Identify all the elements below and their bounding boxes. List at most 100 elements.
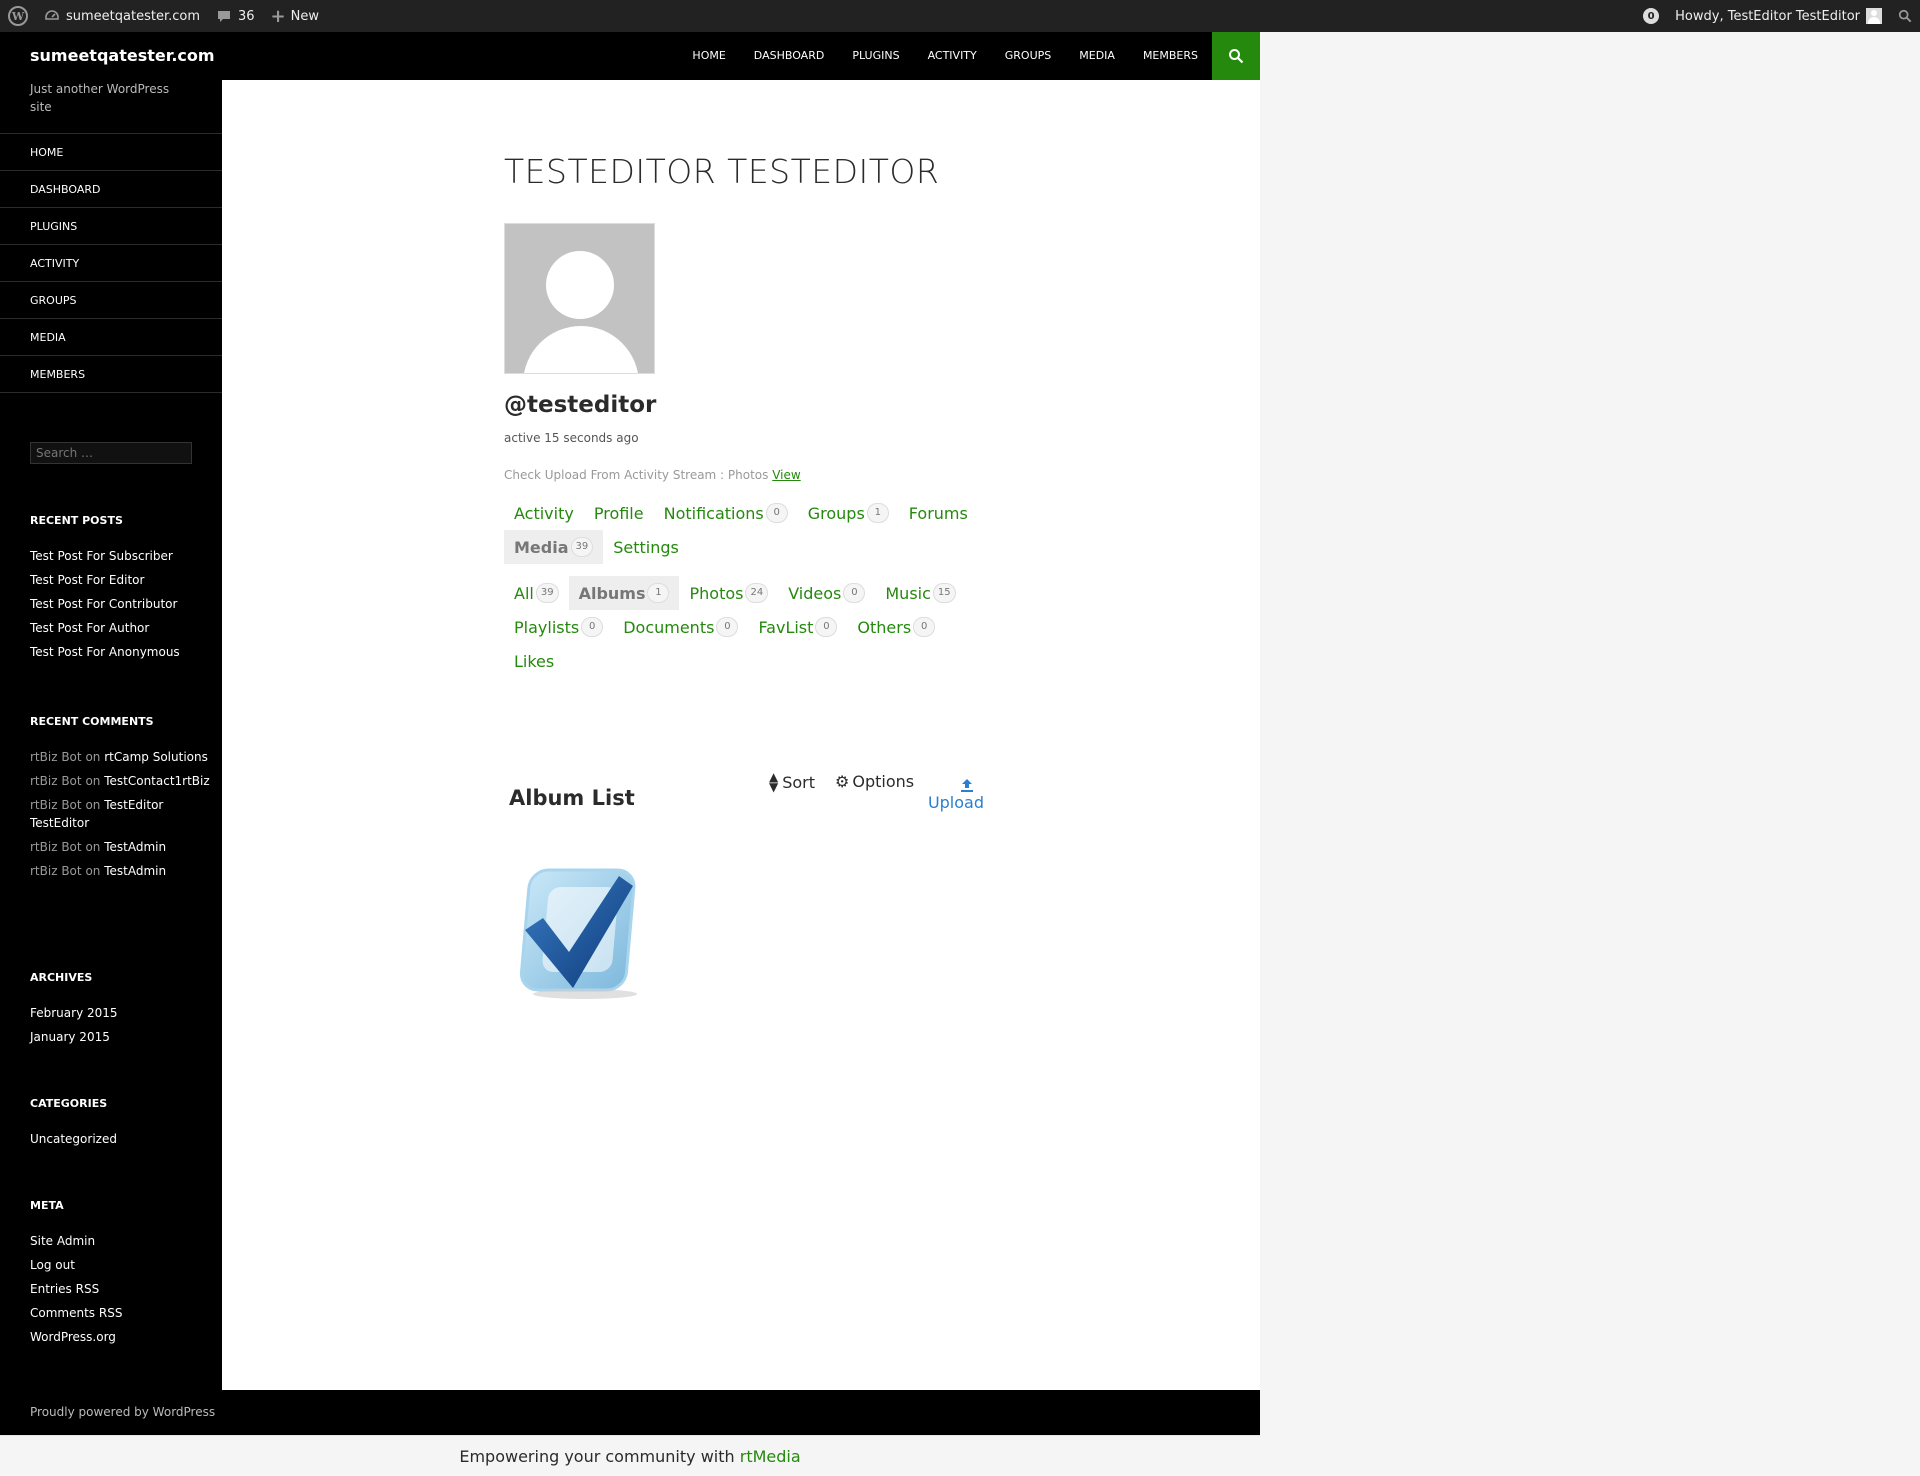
admin-bar: W sumeetqatester.com 36 + New 0 Howdy, T… (0, 0, 1920, 32)
comment-target-link[interactable]: rtCamp Solutions (104, 750, 208, 764)
category-link[interactable]: Uncategorized (30, 1132, 117, 1146)
admin-bar-notifications[interactable]: 0 (1635, 0, 1667, 32)
subtab-videos[interactable]: Videos 0 (778, 576, 875, 610)
nav-home[interactable]: HOME (678, 32, 739, 80)
meta-entries-rss-link[interactable]: Entries RSS (30, 1282, 99, 1296)
comment-target-link[interactable]: TestContact1rtBiz (104, 774, 209, 788)
sort-label: Sort (782, 772, 816, 792)
sidebar-item-dashboard[interactable]: DASHBOARD (0, 171, 222, 208)
sidebar-search-input[interactable] (30, 442, 192, 464)
admin-bar-search-icon[interactable] (1890, 0, 1920, 32)
site-description: Just another WordPress site (30, 82, 170, 114)
admin-bar-comments[interactable]: 36 (208, 0, 263, 32)
album-list-heading: Album List (509, 786, 635, 810)
count-badge: 39 (570, 537, 594, 557)
sidebar-item-members[interactable]: MEMBERS (0, 356, 222, 393)
comment-target-link[interactable]: TestAdmin (104, 840, 166, 854)
recent-post-link[interactable]: Test Post For Editor (30, 573, 144, 587)
admin-bar-account[interactable]: Howdy, TestEditor TestEditor (1667, 0, 1890, 32)
admin-bar-new[interactable]: + New (263, 0, 327, 32)
subtab-music[interactable]: Music 15 (875, 576, 965, 610)
count-badge: 39 (535, 583, 559, 603)
powered-by-link[interactable]: Proudly powered by WordPress (30, 1390, 215, 1435)
subtab-photos[interactable]: Photos 24 (679, 576, 778, 610)
comment-author: rtBiz Bot (30, 864, 82, 878)
profile-active-status: active 15 seconds ago (504, 431, 639, 445)
site-footer: Proudly powered by WordPress (0, 1390, 1260, 1435)
subtab-documents[interactable]: Documents 0 (613, 610, 748, 644)
admin-bar-site-link[interactable]: sumeetqatester.com (36, 0, 208, 32)
recent-post-link[interactable]: Test Post For Contributor (30, 597, 177, 611)
sidebar-item-plugins[interactable]: PLUGINS (0, 208, 222, 245)
nav-dashboard[interactable]: DASHBOARD (740, 32, 839, 80)
nav-activity[interactable]: ACTIVITY (914, 32, 991, 80)
tab-label: Forums (908, 503, 968, 523)
comments-count: 36 (238, 8, 255, 24)
subtab-playlists[interactable]: Playlists 0 (504, 610, 613, 644)
recent-posts-widget: RECENT POSTS Test Post For Subscriber Te… (30, 514, 210, 667)
media-subnav: All 39 Albums 1 Photos 24 Videos 0 Music 15 P… (504, 576, 974, 678)
meta-site-admin-link[interactable]: Site Admin (30, 1234, 95, 1248)
sidebar-item-home[interactable]: HOME (0, 134, 222, 171)
subtab-albums[interactable]: Albums 1 (568, 576, 680, 610)
nav-members[interactable]: MEMBERS (1129, 32, 1212, 80)
admin-bar-site-name: sumeetqatester.com (66, 8, 200, 24)
tab-label: Documents (623, 617, 715, 637)
recent-post-link[interactable]: Test Post For Anonymous (30, 645, 180, 659)
comment-on: on (85, 774, 101, 788)
tab-groups[interactable]: Groups 1 (798, 496, 899, 530)
subtab-others[interactable]: Others 0 (847, 610, 945, 644)
upload-button[interactable]: Upload (894, 772, 984, 818)
latest-activity-view-link[interactable]: View (772, 468, 800, 482)
subtab-all[interactable]: All 39 (504, 576, 569, 610)
count-badge: 15 (932, 583, 956, 603)
rtmedia-link[interactable]: rtMedia (740, 1447, 801, 1466)
archive-link[interactable]: February 2015 (30, 1006, 118, 1020)
comment-author: rtBiz Bot (30, 840, 82, 854)
nav-media[interactable]: MEDIA (1065, 32, 1129, 80)
recent-posts-title: RECENT POSTS (30, 514, 123, 527)
site-title[interactable]: sumeetqatester.com (30, 32, 215, 80)
wordpress-logo-icon[interactable]: W (0, 0, 36, 32)
subtab-favlist[interactable]: FavList 0 (748, 610, 847, 644)
tab-profile[interactable]: Profile (584, 496, 654, 530)
count-badge: 24 (745, 583, 769, 603)
tab-activity[interactable]: Activity (504, 496, 584, 530)
meta-logout-link[interactable]: Log out (30, 1258, 75, 1272)
count-badge: 1 (866, 503, 889, 523)
album-thumbnail[interactable] (507, 852, 657, 1002)
count-badge: 0 (815, 617, 838, 637)
tab-forums[interactable]: Forums (899, 496, 978, 530)
sidebar-item-groups[interactable]: GROUPS (0, 282, 222, 319)
count-badge: 0 (843, 583, 866, 603)
tab-notifications[interactable]: Notifications 0 (654, 496, 798, 530)
tab-label: Albums (578, 583, 646, 603)
recent-post-link[interactable]: Test Post For Subscriber (30, 549, 173, 563)
tab-label: Others (857, 617, 912, 637)
profile-avatar[interactable] (504, 223, 655, 374)
sidebar-item-media[interactable]: MEDIA (0, 319, 222, 356)
tab-label: Notifications (663, 503, 764, 523)
comment-target-link[interactable]: TestAdmin (104, 864, 166, 878)
meta-wordpress-org-link[interactable]: WordPress.org (30, 1330, 116, 1344)
meta-comments-rss-link[interactable]: Comments RSS (30, 1306, 122, 1320)
rtmedia-footer-bar: Empowering your community with rtMedia (0, 1435, 1260, 1476)
tab-label: Music (885, 583, 931, 603)
search-toggle-icon[interactable] (1212, 32, 1260, 80)
tab-label: Likes (514, 651, 555, 671)
tab-label: FavList (758, 617, 814, 637)
archive-link[interactable]: January 2015 (30, 1030, 110, 1044)
tab-label: Profile (593, 503, 644, 523)
subtab-likes[interactable]: Likes (504, 644, 564, 678)
tab-media[interactable]: Media 39 (504, 530, 604, 564)
nav-plugins[interactable]: PLUGINS (838, 32, 913, 80)
sort-button[interactable]: ▲ ▼ Sort (769, 771, 816, 793)
tab-label: Activity (514, 503, 574, 523)
recent-post-link[interactable]: Test Post For Author (30, 621, 149, 635)
sidebar-item-activity[interactable]: ACTIVITY (0, 245, 222, 282)
tab-settings[interactable]: Settings (603, 530, 689, 564)
tab-label: Media (514, 537, 569, 557)
nav-groups[interactable]: GROUPS (991, 32, 1066, 80)
comment-item: rtBiz Bot on TestContact1rtBiz (30, 772, 210, 790)
gear-icon: ⚙ (835, 772, 850, 791)
